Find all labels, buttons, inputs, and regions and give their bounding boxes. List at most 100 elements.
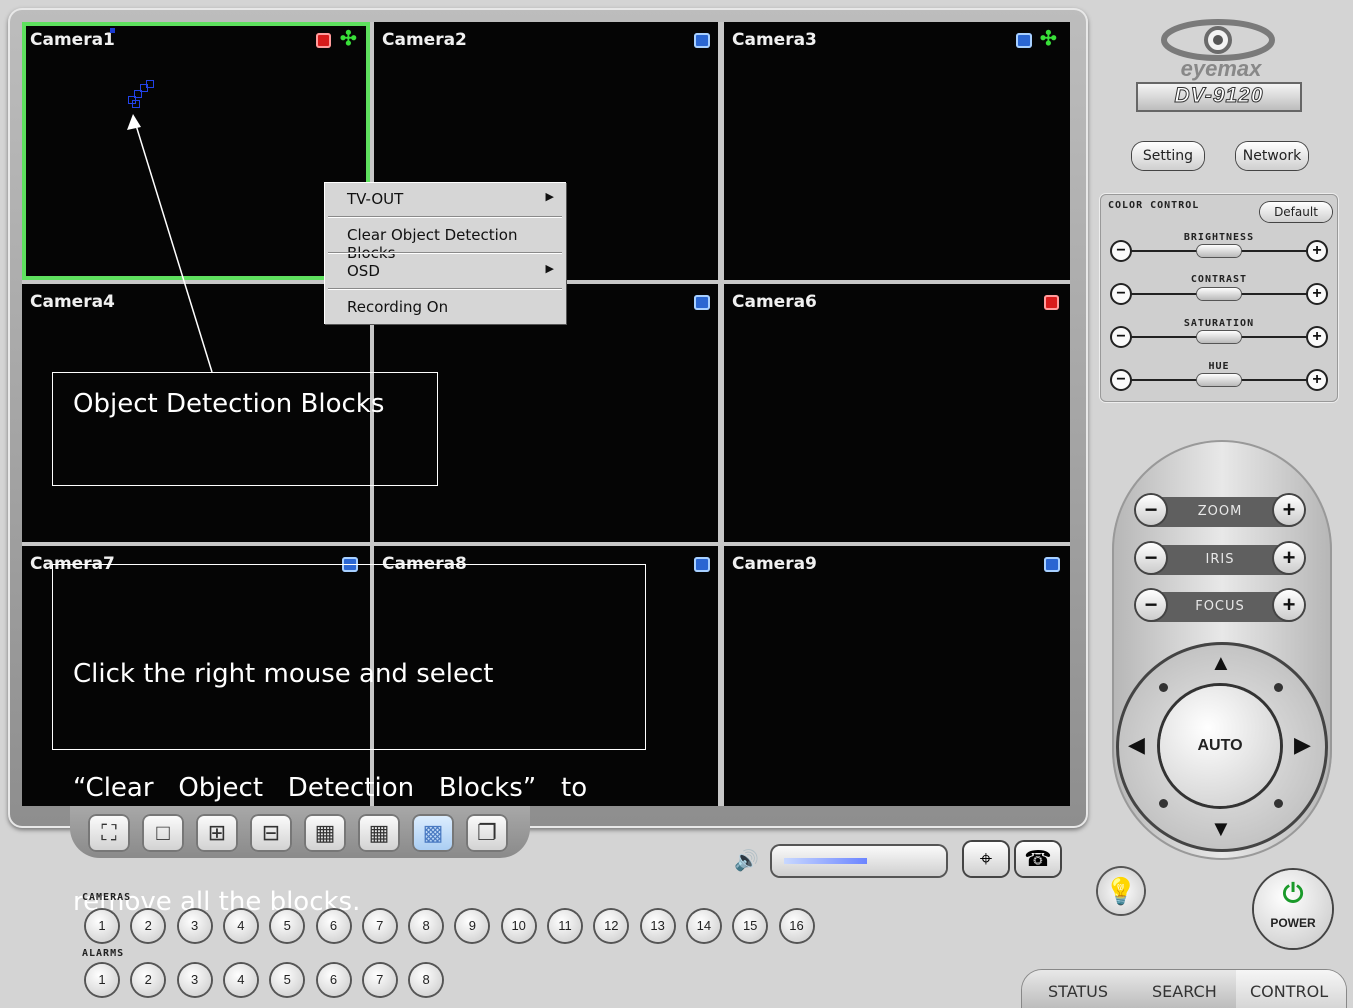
- layout-single-icon: □: [156, 820, 170, 845]
- tab-status[interactable]: STATUS: [1048, 982, 1108, 1001]
- alarm-button-5[interactable]: 5: [271, 964, 304, 996]
- slider-label: SATURATION: [1183, 318, 1255, 329]
- camera-button-14[interactable]: 14: [687, 910, 720, 942]
- focus-far-button[interactable]: +: [1274, 590, 1304, 620]
- saturation-increase-button[interactable]: +: [1308, 328, 1326, 346]
- menu-item-recording-on[interactable]: Recording On: [324, 290, 566, 324]
- camera-button-10[interactable]: 10: [502, 910, 535, 942]
- volume-slider[interactable]: [772, 846, 946, 876]
- menu-item-label: Recording On: [347, 298, 449, 316]
- menu-item-clear-object-detection-blocks[interactable]: Clear Object Detection Blocks: [324, 218, 566, 262]
- layout-6-button[interactable]: ⊟: [250, 814, 292, 852]
- alarm-button-3[interactable]: 3: [178, 964, 211, 996]
- layout-pip-button[interactable]: ❐: [466, 814, 508, 852]
- pan-right-arrow-icon[interactable]: ▶: [1294, 734, 1311, 756]
- layout-4-button[interactable]: ⊞: [196, 814, 238, 852]
- slider-label: HUE: [1208, 361, 1230, 372]
- layout-quad-icon: ⊞: [207, 820, 227, 845]
- menu-item-osd[interactable]: OSD ▶: [324, 254, 566, 288]
- slider-label: BRIGHTNESS: [1183, 232, 1255, 243]
- logo-brand: eyemax: [1180, 56, 1262, 81]
- contrast-knob[interactable]: [1197, 288, 1241, 300]
- layout-1-button[interactable]: □: [142, 814, 184, 852]
- model-badge: DV-9120: [1138, 84, 1300, 110]
- layout-16-button[interactable]: ▩: [412, 814, 454, 852]
- light-bulb-icon: 💡: [1104, 876, 1138, 906]
- alarms-label: ALARMS: [82, 948, 125, 959]
- brightness-increase-button[interactable]: +: [1308, 242, 1326, 260]
- instruction-line: “Clear Object Detection Blocks” to: [73, 773, 588, 803]
- hue-decrease-button[interactable]: −: [1112, 371, 1130, 389]
- layout-16-icon: ▩: [422, 820, 444, 845]
- layout-9-icon: ▦: [314, 820, 336, 845]
- color-control-panel: COLOR CONTROL Default BRIGHTNESS − + CON…: [1100, 194, 1338, 402]
- hue-knob[interactable]: [1197, 374, 1241, 386]
- layout-9-button[interactable]: ▦: [304, 814, 346, 852]
- camera-button-16[interactable]: 16: [780, 910, 813, 942]
- telephone-icon: ☎: [1024, 846, 1052, 871]
- ptz-button[interactable]: ⌖: [964, 842, 1008, 876]
- camera-button-13[interactable]: 13: [641, 910, 674, 942]
- layout-bar: [70, 806, 530, 858]
- zoom-in-button[interactable]: +: [1274, 495, 1304, 525]
- alarm-button-6[interactable]: 6: [317, 964, 350, 996]
- volume-level: [784, 858, 867, 864]
- brightness-knob[interactable]: [1197, 245, 1241, 257]
- fullscreen-icon: ⛶: [101, 820, 117, 845]
- camera-button-15[interactable]: 15: [734, 910, 767, 942]
- power-label: POWER: [1270, 916, 1316, 930]
- annotation-instruction-box: Click the right mouse and select “Clear …: [52, 564, 646, 917]
- camera-button-11[interactable]: 11: [549, 910, 581, 942]
- camera-button-3[interactable]: 3: [178, 910, 211, 942]
- saturation-decrease-button[interactable]: −: [1112, 328, 1130, 346]
- camera-button-6[interactable]: 6: [317, 910, 350, 942]
- power-button[interactable]: ⏻ POWER: [1254, 870, 1332, 948]
- alarm-button-7[interactable]: 7: [363, 964, 396, 996]
- tab-search[interactable]: SEARCH: [1152, 982, 1217, 1001]
- menu-item-label: OSD: [347, 262, 380, 280]
- cameras-label: CAMERAS: [82, 892, 132, 903]
- slider-label: CONTRAST: [1190, 274, 1248, 285]
- contrast-increase-button[interactable]: +: [1308, 285, 1326, 303]
- diagonal-up-left-dot[interactable]: [1159, 683, 1168, 692]
- camera-button-1[interactable]: 1: [86, 910, 118, 942]
- contrast-decrease-button[interactable]: −: [1112, 285, 1130, 303]
- auto-button[interactable]: AUTO: [1160, 686, 1280, 806]
- pan-down-arrow-icon[interactable]: ▼: [1210, 818, 1232, 840]
- tab-control[interactable]: CONTROL: [1250, 982, 1328, 1001]
- submenu-arrow-icon: ▶: [545, 262, 554, 275]
- alarm-button-1[interactable]: 1: [86, 964, 118, 996]
- layout-10-button[interactable]: ▦: [358, 814, 400, 852]
- camera-button-7[interactable]: 7: [363, 910, 396, 942]
- phone-button[interactable]: ☎: [1016, 842, 1060, 876]
- default-button[interactable]: Default: [1260, 202, 1332, 222]
- brightness-decrease-button[interactable]: −: [1112, 242, 1130, 260]
- color-control-title: COLOR CONTROL: [1108, 200, 1200, 211]
- alarm-button-4[interactable]: 4: [224, 964, 257, 996]
- pan-left-arrow-icon[interactable]: ◀: [1128, 734, 1145, 756]
- focus-near-button[interactable]: −: [1136, 590, 1166, 620]
- network-button[interactable]: Network: [1236, 142, 1308, 170]
- iris-open-button[interactable]: +: [1274, 543, 1304, 573]
- iris-close-button[interactable]: −: [1136, 543, 1166, 573]
- light-bulb-button[interactable]: 💡: [1098, 868, 1144, 914]
- zoom-control: ZOOM − +: [1136, 495, 1304, 527]
- fullscreen-button[interactable]: ⛶: [88, 814, 130, 852]
- setting-button[interactable]: Setting: [1132, 142, 1204, 170]
- alarm-button-8[interactable]: 8: [410, 964, 443, 996]
- saturation-knob[interactable]: [1197, 331, 1241, 343]
- pan-up-arrow-icon[interactable]: ▲: [1210, 652, 1232, 674]
- hue-increase-button[interactable]: +: [1308, 371, 1326, 389]
- submenu-arrow-icon: ▶: [545, 190, 554, 203]
- annotation-text: Object Detection Blocks: [73, 389, 385, 419]
- diagonal-down-left-dot[interactable]: [1159, 799, 1168, 808]
- power-icon: ⏻: [1282, 878, 1304, 908]
- diagonal-up-right-dot[interactable]: [1274, 683, 1283, 692]
- camera-button-4[interactable]: 4: [224, 910, 257, 942]
- camera-button-8[interactable]: 8: [410, 910, 443, 942]
- zoom-out-button[interactable]: −: [1136, 495, 1166, 525]
- camera-button-5[interactable]: 5: [271, 910, 304, 942]
- layout-6-icon: ⊟: [261, 820, 281, 845]
- menu-item-tv-out[interactable]: TV-OUT ▶: [324, 182, 566, 216]
- diagonal-down-right-dot[interactable]: [1274, 799, 1283, 808]
